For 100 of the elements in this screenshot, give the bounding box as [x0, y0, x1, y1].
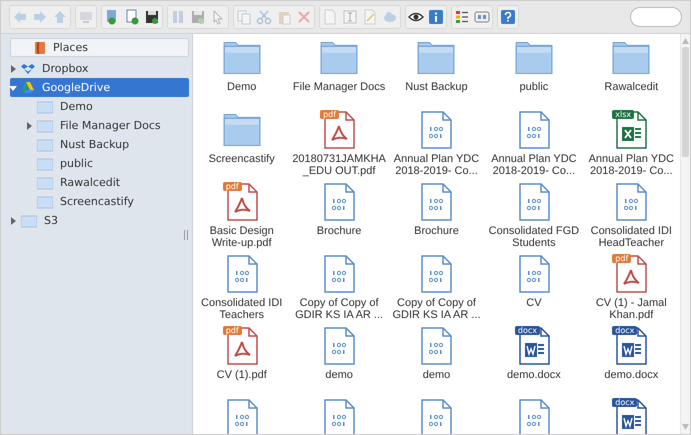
- tree-item[interactable]: public: [4, 154, 189, 173]
- folder-icon: [37, 176, 53, 190]
- file-item[interactable]: Brochure: [290, 182, 388, 254]
- tree-label: Screencastify: [60, 195, 134, 208]
- file-item[interactable]: demo: [388, 326, 486, 398]
- columns-icon: [170, 9, 186, 25]
- folder-icon: [417, 42, 456, 74]
- expanded-arrow-icon[interactable]: [9, 84, 17, 92]
- tree-label: S3: [44, 214, 58, 227]
- collapsed-arrow-icon[interactable]: [25, 122, 33, 130]
- cut-icon: [256, 9, 272, 25]
- scroll-down-icon[interactable]: [682, 424, 689, 430]
- paste-icon: [276, 9, 292, 25]
- tree-item[interactable]: GoogleDrive: [10, 78, 189, 97]
- file-name: Rawalcedit: [604, 81, 658, 93]
- tree-item[interactable]: Nust Backup: [4, 135, 189, 154]
- file-name: 20180731JAMKHA _EDU OUT.pdf: [291, 153, 387, 177]
- scrollbar[interactable]: [680, 34, 690, 434]
- file-item[interactable]: Rawalcedit: [582, 38, 680, 110]
- folder-icon: [21, 214, 37, 228]
- file-name: Brochure: [414, 225, 459, 237]
- file-item[interactable]: Screencastify: [193, 110, 290, 182]
- file-item[interactable]: CV: [485, 254, 583, 326]
- file-name: Demo: [227, 81, 256, 93]
- tree-label: GoogleDrive: [42, 81, 110, 94]
- tree-item[interactable]: S3: [4, 211, 189, 230]
- file-name: Annual Plan YDC 2018-2019- Co...: [490, 153, 578, 177]
- file-item[interactable]: xlsx Annual Plan YDC 2018-2019- Co...: [582, 110, 680, 182]
- folder-icon: [37, 156, 53, 170]
- file-type-label: docx: [612, 398, 638, 407]
- file-name: Consolidated FGD Students: [488, 225, 580, 249]
- file-item[interactable]: Annual Plan YDC 2018-2019- Co...: [485, 110, 583, 182]
- file-name: Consolidated IDI HeadTeacher: [590, 225, 673, 249]
- document-icon: [322, 9, 338, 25]
- file-item[interactable]: File Manager Docs: [290, 38, 388, 110]
- search-field[interactable]: [630, 7, 682, 27]
- file-name: CV (1).pdf: [216, 369, 267, 381]
- tree-item[interactable]: Rawalcedit: [4, 173, 189, 192]
- computer-icon: [78, 9, 94, 25]
- help-icon: [500, 9, 516, 25]
- file-name: Nust Backup: [405, 81, 468, 93]
- file-name: File Manager Docs: [292, 81, 386, 93]
- tree-item[interactable]: Demo: [4, 97, 189, 116]
- copy-icon: [236, 9, 252, 25]
- collapsed-arrow-icon[interactable]: [9, 64, 17, 72]
- tree-label: Nust Backup: [60, 138, 130, 151]
- file-item[interactable]: pdf Basic Design Write-up.pdf: [193, 182, 290, 254]
- folder-icon: [222, 42, 261, 74]
- tree-label: public: [60, 157, 94, 170]
- edit-icon: [362, 9, 378, 25]
- save-icon: [190, 9, 206, 25]
- drive-icon: [21, 80, 35, 94]
- file-item[interactable]: public: [485, 38, 583, 110]
- file-name: Screencastify: [208, 153, 275, 165]
- save-icon: [144, 9, 160, 25]
- file-name: Basic Design Write-up.pdf: [208, 225, 275, 249]
- icon-view-icon: [474, 9, 490, 25]
- file-item[interactable]: Consolidated IDI Teachers: [193, 254, 290, 326]
- file-item[interactable]: pdf 20180731JAMKHA _EDU OUT.pdf: [290, 110, 388, 182]
- forward-arrow-icon: [32, 9, 48, 25]
- file-name: Copy of Copy of GDIR KS IA AR ...: [391, 297, 482, 321]
- file-item[interactable]: docx demo.docx: [582, 326, 680, 398]
- file-item[interactable]: Annual Plan YDC 2018-2019- Co...: [388, 110, 486, 182]
- file-name: Copy of Copy of GDIR KS IA AR ...: [294, 297, 384, 321]
- file-item[interactable]: pdf CV (1).pdf: [193, 326, 290, 398]
- folder-icon: [37, 118, 53, 132]
- tree-label: Dropbox: [42, 62, 88, 75]
- scroll-up-icon[interactable]: [682, 38, 689, 44]
- file-item[interactable]: Nust Backup: [388, 38, 486, 110]
- file-name: demo.docx: [604, 369, 658, 381]
- places-label: Places: [53, 41, 88, 54]
- file-type-label: pdf: [612, 254, 632, 263]
- tree-item[interactable]: Dropbox: [4, 59, 189, 78]
- collapsed-arrow-icon[interactable]: [9, 216, 17, 224]
- file-type-label: pdf: [222, 182, 242, 191]
- tree-item[interactable]: Screencastify: [4, 192, 189, 211]
- rename-icon: [342, 9, 358, 25]
- scrollbar-thumb[interactable]: [682, 47, 689, 157]
- list-view-icon: [454, 9, 470, 25]
- folder-icon: [320, 42, 358, 74]
- file-item[interactable]: pdf CV (1) - Jamal Khan.pdf: [582, 254, 680, 326]
- file-item[interactable]: docx demo.docx: [485, 326, 583, 398]
- splitter-grip-icon[interactable]: [184, 230, 188, 240]
- places-header[interactable]: Places: [10, 38, 189, 57]
- file-item[interactable]: Copy of Copy of GDIR KS IA AR ...: [290, 254, 388, 326]
- tree-item[interactable]: File Manager Docs: [4, 116, 189, 135]
- file-item[interactable]: Consolidated IDI HeadTeacher: [582, 182, 680, 254]
- file-item[interactable]: demo: [290, 326, 388, 398]
- file-item[interactable]: Brochure: [388, 182, 486, 254]
- file-item[interactable]: Demo: [193, 38, 290, 110]
- file-type-label: pdf: [222, 326, 242, 335]
- file-name: CV (1) - Jamal Khan.pdf: [594, 297, 668, 321]
- book-icon: [33, 40, 47, 54]
- tree-label: Demo: [60, 100, 93, 113]
- tree-label: File Manager Docs: [60, 119, 161, 132]
- folder-icon: [222, 114, 261, 146]
- file-item[interactable]: Consolidated FGD Students: [485, 182, 583, 254]
- file-item[interactable]: docx: [582, 398, 680, 434]
- file-item[interactable]: Copy of Copy of GDIR KS IA AR ...: [388, 254, 486, 326]
- cloud-icon: [382, 9, 398, 25]
